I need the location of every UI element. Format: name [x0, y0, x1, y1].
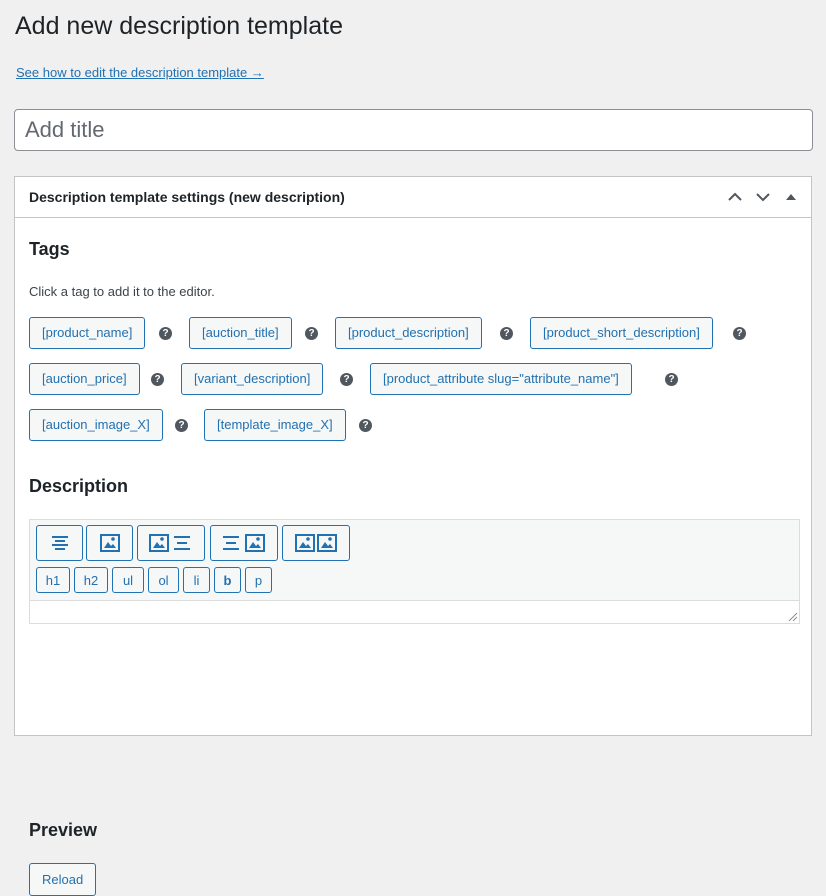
- format-h2-button[interactable]: h2: [74, 567, 108, 593]
- tag-template-image[interactable]: [template_image_X]: [204, 409, 346, 441]
- image-icon: [99, 534, 120, 552]
- tag-auction-price[interactable]: [auction_price]: [29, 363, 140, 395]
- template-settings-panel: Description template settings (new descr…: [14, 176, 812, 896]
- help-icon[interactable]: ?: [359, 419, 372, 432]
- chevron-up-icon: [728, 192, 742, 201]
- image-text-button[interactable]: [137, 525, 205, 561]
- format-ol-button[interactable]: ol: [148, 567, 179, 593]
- help-icon[interactable]: ?: [340, 373, 353, 386]
- image-button[interactable]: [86, 525, 133, 561]
- format-b-button[interactable]: b: [214, 567, 241, 593]
- two-images-button[interactable]: [282, 525, 350, 561]
- tag-product-description[interactable]: [product_description]: [335, 317, 482, 349]
- help-icon[interactable]: ?: [151, 373, 164, 386]
- format-h1-button[interactable]: h1: [36, 567, 70, 593]
- help-link[interactable]: See how to edit the description template…: [16, 65, 264, 80]
- tags-hint: Click a tag to add it to the editor.: [29, 284, 215, 299]
- panel-title: Description template settings (new descr…: [29, 189, 345, 205]
- description-heading: Description: [29, 476, 129, 496]
- tag-auction-title[interactable]: [auction_title]: [189, 317, 292, 349]
- resize-handle-icon[interactable]: [786, 610, 798, 622]
- reload-button[interactable]: Reload: [29, 863, 97, 896]
- text-image-icon: [223, 534, 265, 552]
- format-ul-button[interactable]: ul: [112, 567, 144, 593]
- tag-product-short-description[interactable]: [product_short_description]: [530, 317, 713, 349]
- panel-header: Description template settings (new descr…: [15, 177, 811, 218]
- align-center-icon: [51, 536, 68, 550]
- tag-auction-image[interactable]: [auction_image_X]: [29, 409, 163, 441]
- tags-heading: Tags: [29, 239, 70, 259]
- image-text-icon: [149, 534, 190, 552]
- panel-actions: [721, 185, 805, 209]
- move-up-button[interactable]: [721, 185, 749, 209]
- format-p-button[interactable]: p: [245, 567, 272, 593]
- move-down-button[interactable]: [749, 185, 777, 209]
- title-input[interactable]: [14, 109, 813, 151]
- format-li-button[interactable]: li: [183, 567, 210, 593]
- help-icon[interactable]: ?: [305, 327, 318, 340]
- tag-variant-description[interactable]: [variant_description]: [181, 363, 324, 395]
- triangle-up-icon: [786, 194, 796, 200]
- text-image-button[interactable]: [210, 525, 278, 561]
- description-textarea[interactable]: [30, 600, 799, 623]
- help-icon[interactable]: ?: [733, 327, 746, 340]
- help-icon[interactable]: ?: [500, 327, 513, 340]
- tag-product-attribute[interactable]: [product_attribute slug="attribute_name"…: [370, 363, 632, 395]
- align-center-button[interactable]: [36, 525, 83, 561]
- tag-product-name[interactable]: [product_name]: [29, 317, 146, 349]
- preview-heading: Preview: [29, 820, 98, 840]
- toggle-panel-button[interactable]: [777, 185, 805, 209]
- chevron-down-icon: [756, 193, 770, 202]
- description-editor: h1 h2 ul ol li b p: [29, 519, 800, 624]
- page-title: Add new description template: [15, 12, 343, 40]
- two-images-icon: [295, 534, 337, 552]
- help-icon[interactable]: ?: [159, 327, 172, 340]
- help-icon[interactable]: ?: [665, 373, 678, 386]
- help-icon[interactable]: ?: [175, 419, 188, 432]
